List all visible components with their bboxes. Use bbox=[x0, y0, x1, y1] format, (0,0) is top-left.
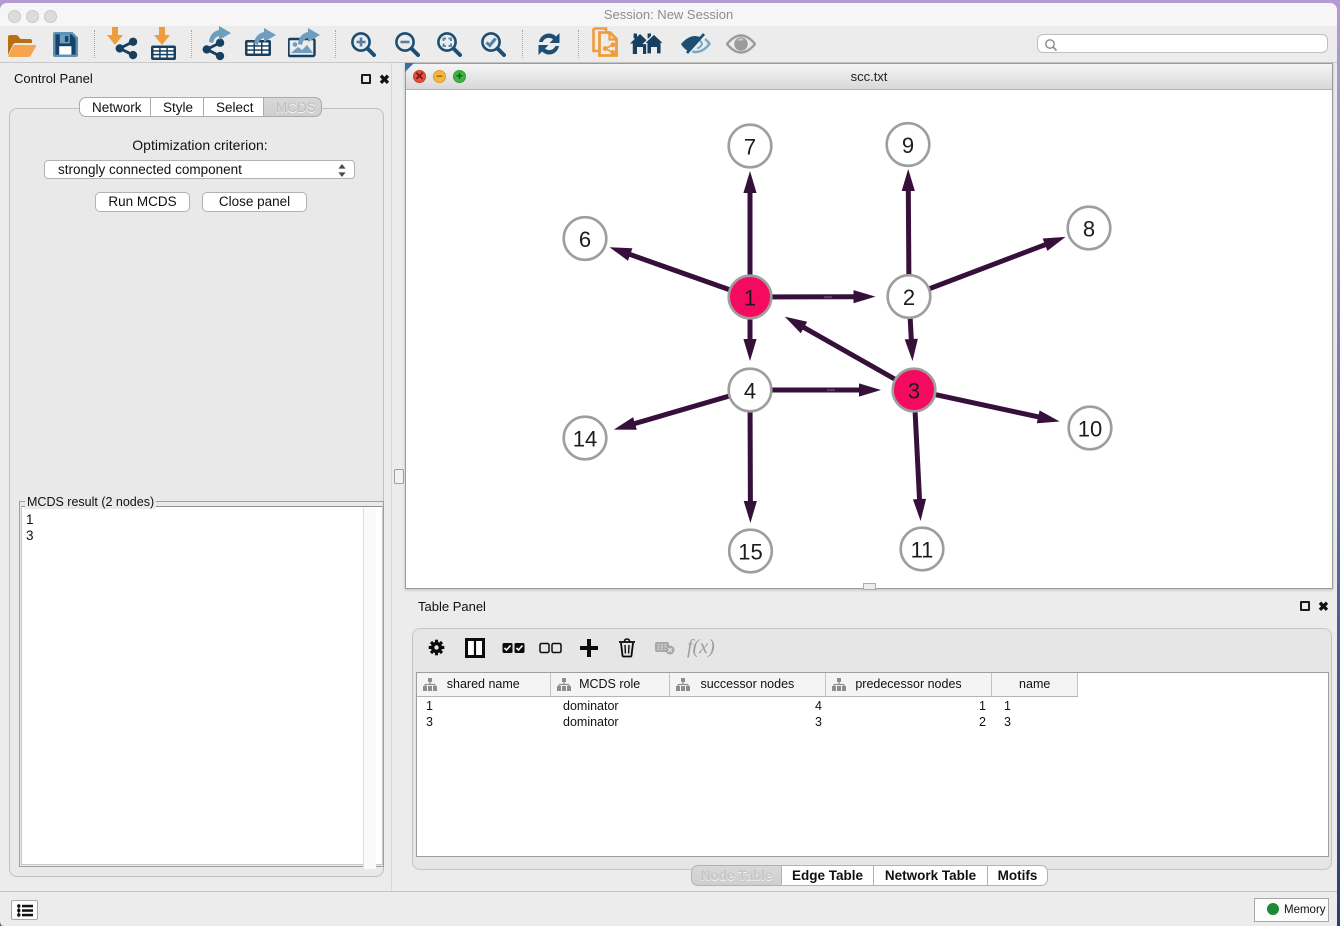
svg-text:11: 11 bbox=[911, 538, 934, 563]
svg-text:8: 8 bbox=[1083, 217, 1095, 242]
svg-text:1: 1 bbox=[744, 286, 756, 311]
svg-text:15: 15 bbox=[738, 540, 762, 565]
svg-text:f(x): f(x) bbox=[687, 637, 715, 658]
svg-text:9: 9 bbox=[902, 133, 914, 158]
svg-text:4: 4 bbox=[744, 379, 756, 404]
svg-text:3: 3 bbox=[908, 379, 920, 404]
svg-text:10: 10 bbox=[1078, 417, 1102, 442]
svg-text:6: 6 bbox=[579, 227, 591, 252]
svg-text:14: 14 bbox=[573, 427, 597, 452]
svg-text:2: 2 bbox=[903, 285, 915, 310]
svg-text:7: 7 bbox=[744, 135, 756, 160]
